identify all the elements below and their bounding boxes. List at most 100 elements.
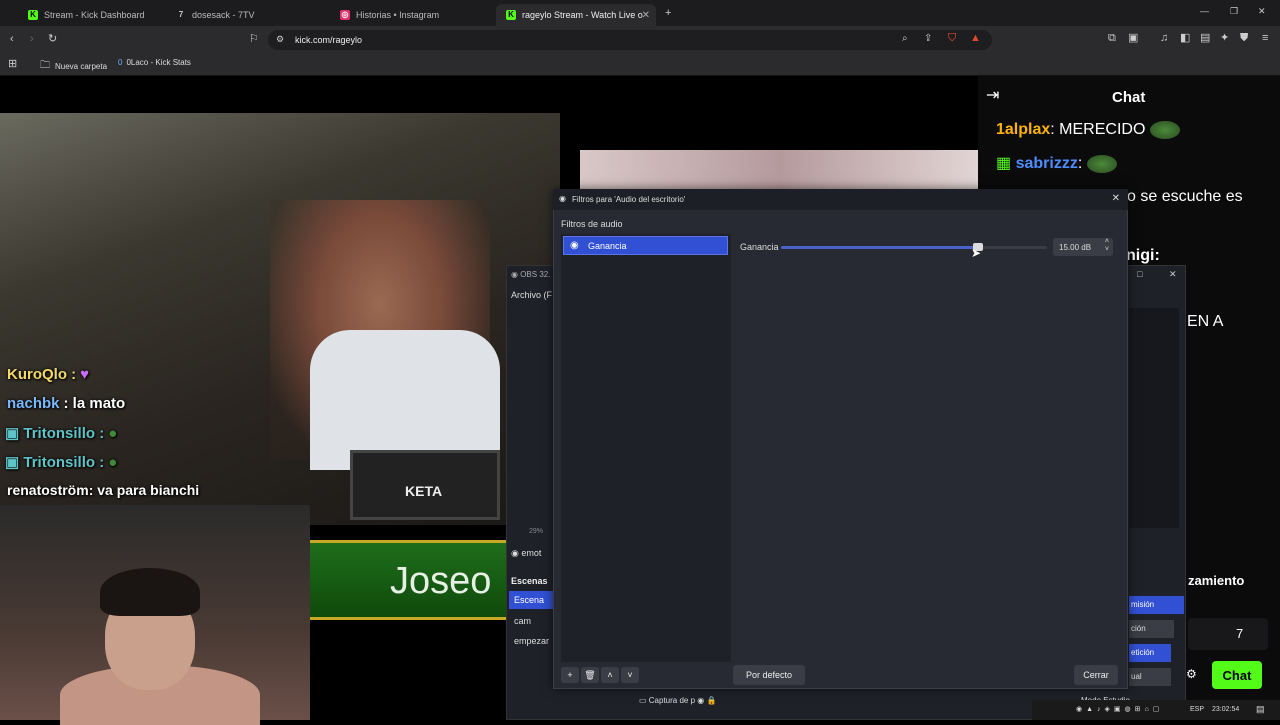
filter-item-gain[interactable]: ◉ Ganancia — [563, 236, 728, 255]
chat-user[interactable]: sabrizzz — [1016, 155, 1078, 172]
eye-icon: ◉ — [511, 548, 522, 558]
bookmark-label: Nueva carpeta — [55, 62, 108, 71]
obs-logo-icon: ◉ — [559, 194, 566, 203]
heart-emote-icon: ♥ — [80, 366, 90, 383]
close-button[interactable]: Cerrar — [1074, 665, 1118, 685]
visibility-eye-icon[interactable]: ◉ — [570, 240, 579, 251]
defaults-button[interactable]: Por defecto — [733, 665, 805, 685]
brave-rewards-icon[interactable]: ▲ — [970, 33, 981, 44]
notifications-icon[interactable]: ▤ — [1256, 704, 1265, 715]
chat-message: o se escuche es — [1127, 188, 1243, 206]
eye-icon[interactable]: ◉ — [697, 696, 704, 705]
obs-source-item[interactable]: ◉ emot — [511, 548, 541, 559]
minimize-icon[interactable]: — — [1200, 7, 1209, 16]
reload-icon[interactable]: ↻ — [48, 34, 57, 45]
start-recording-button[interactable]: ción — [1129, 620, 1174, 638]
brave-shield-icon[interactable]: ⛉ — [948, 33, 956, 44]
start-stream-button[interactable]: misión — [1129, 596, 1184, 614]
chat-user[interactable]: 1alplax — [996, 121, 1050, 138]
mouse-cursor-icon: ➤ — [971, 246, 982, 260]
scene-item-escena[interactable]: Escena — [509, 591, 553, 609]
language-indicator[interactable]: ESP — [1190, 706, 1204, 713]
overlay-chat-line: renatoström: va para bianchi — [7, 482, 199, 498]
dialog-title-bar: ◉ Filtros para 'Audio del escritorio' ✕ — [553, 189, 1128, 210]
share-icon[interactable]: ⇪ — [924, 34, 932, 44]
chat-message: EN A — [1187, 313, 1223, 331]
scene-item-empezar[interactable]: empezar — [514, 636, 549, 646]
instagram-icon: ◎ — [340, 10, 350, 20]
tab-instagram[interactable]: ◎ Historias • Instagram — [330, 4, 492, 26]
emote-icon — [1149, 121, 1180, 139]
close-window-icon[interactable]: ✕ — [1258, 7, 1266, 16]
obs-percent: 29% — [529, 528, 544, 535]
spin-up-icon[interactable]: ˄ — [1105, 238, 1109, 245]
bookmark-folder[interactable]: 🗀 Nueva carpeta — [40, 58, 107, 75]
close-tab-icon[interactable]: ✕ — [642, 10, 650, 21]
spin-down-icon[interactable]: ˅ — [1105, 246, 1109, 253]
add-filter-button[interactable]: + — [561, 667, 579, 683]
tray-icons[interactable]: ◉▲♪◈▣◍⊞⌂▢ — [1076, 705, 1163, 713]
leo-ai-icon[interactable]: ✦ — [1220, 33, 1229, 44]
audio-filters-label: Filtros de audio — [561, 219, 623, 229]
filters-list — [561, 234, 731, 662]
overlay-chat-user: Tritonsillo : — [23, 454, 105, 471]
address-bar[interactable]: ⚙ kick.com/rageylo ⌕ ⇪ ⛉ ▲ — [268, 30, 992, 50]
overlay-chat-user: nachbk — [7, 395, 60, 412]
gain-value-field[interactable]: 15.00 dB ˄ ˅ — [1053, 238, 1113, 256]
badge-icon: ▣ — [5, 425, 20, 442]
stream-person-shirt — [310, 330, 500, 470]
tab-kick-dashboard[interactable]: K Stream - Kick Dashboard — [18, 4, 168, 26]
vpn-icon[interactable]: ⛊ — [1240, 33, 1248, 44]
move-up-button[interactable]: ˄ — [601, 667, 619, 683]
menu-icon[interactable]: ≡ — [1262, 33, 1268, 44]
media-icon[interactable]: ♫ — [1160, 33, 1168, 44]
pepe-emote-icon: ● — [108, 425, 118, 442]
site-info-icon[interactable]: ⚙ — [276, 35, 284, 44]
chat-settings-icon[interactable]: ⚙ — [1186, 668, 1197, 680]
replay-buffer-button[interactable]: etición — [1129, 644, 1171, 662]
scene-item-cam[interactable]: cam — [514, 616, 531, 626]
7tv-emote-icon[interactable]: 7 — [1236, 627, 1243, 640]
collapse-chat-icon[interactable]: ⇥ — [986, 88, 999, 104]
tab-label: Stream - Kick Dashboard — [44, 10, 145, 20]
sidebar-icon[interactable]: ◧ — [1180, 33, 1190, 44]
obs-menu-file[interactable]: Archivo (F — [511, 290, 552, 300]
restore-icon[interactable]: ❐ — [1230, 7, 1238, 16]
lock-icon[interactable]: 🔒 — [707, 696, 717, 705]
apps-grid-icon[interactable]: ⊞ — [8, 59, 17, 70]
wallet-icon[interactable]: ▤ — [1200, 33, 1210, 44]
bookmark-kick-stats[interactable]: 0 0Laco - Kick Stats — [118, 58, 191, 67]
extensions-icon[interactable]: ⧉ — [1108, 33, 1116, 44]
tab-7tv[interactable]: 7 dosesack - 7TV — [166, 4, 326, 26]
chat-text: : — [1154, 247, 1160, 264]
zoom-icon[interactable]: ⌕ — [902, 34, 908, 44]
forward-icon[interactable]: › — [30, 34, 34, 45]
back-icon[interactable]: ‹ — [10, 34, 14, 45]
move-down-button[interactable]: ˅ — [621, 667, 639, 683]
gain-slider-fill — [781, 246, 978, 249]
system-tray: ◉▲♪◈▣◍⊞⌂▢ ESP 23:02:54 ▤ — [1032, 700, 1280, 720]
send-chat-button[interactable]: Chat — [1212, 661, 1262, 689]
remove-filter-button[interactable]: 🗑 — [581, 667, 599, 683]
arrow-up-icon: ˄ — [607, 670, 613, 680]
badge-icon: ▣ — [5, 454, 20, 471]
chat-message: ▦ sabrizzz: — [996, 153, 1117, 173]
gain-label: Ganancia — [740, 242, 779, 252]
obs-maximize-icon[interactable]: □ — [1137, 270, 1142, 279]
obs-bottom-source[interactable]: ▭ Captura de p ◉ 🔒 — [639, 696, 716, 705]
virtual-camera-button[interactable]: ual — [1129, 668, 1171, 686]
pepe-emote-icon: ● — [108, 454, 118, 471]
obs-title: ◉ OBS 32. — [511, 270, 551, 279]
chat-user[interactable]: nigi — [1126, 247, 1154, 264]
dialog-close-icon[interactable]: ✕ — [1112, 193, 1120, 204]
clock[interactable]: 23:02:54 — [1212, 706, 1239, 713]
chat-input[interactable]: 7 — [1188, 618, 1268, 650]
tab-rageylo-stream[interactable]: K rageylo Stream - Watch Live o ✕ — [496, 4, 656, 26]
folder-icon: 🗀 — [40, 60, 50, 71]
new-tab-icon[interactable]: + — [665, 8, 671, 19]
overlay-chat-line: ▣ Tritonsillo : ● — [5, 424, 117, 442]
obs-close-icon[interactable]: ✕ — [1169, 270, 1177, 279]
emote-icon — [1086, 154, 1117, 173]
bookmark-icon[interactable]: ⚐ — [249, 34, 259, 45]
tab-search-icon[interactable]: ▣ — [1128, 33, 1138, 44]
